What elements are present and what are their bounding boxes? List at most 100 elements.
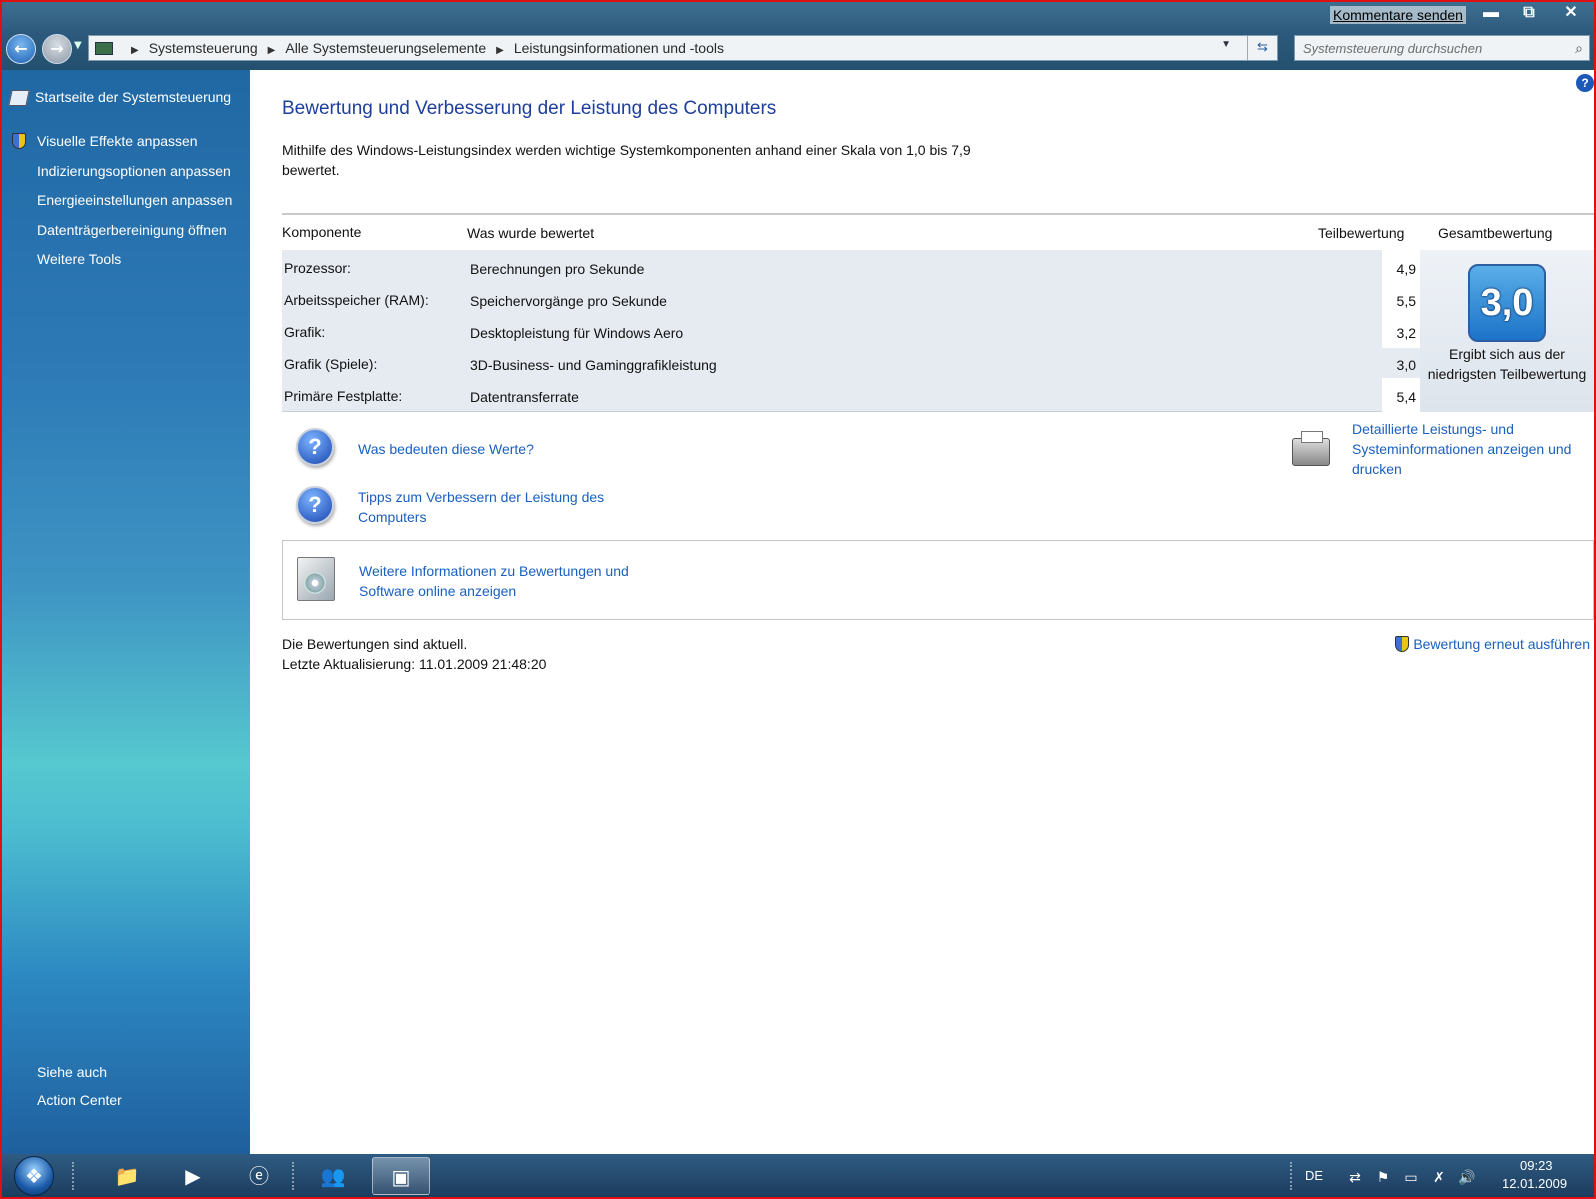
taskbar-grip[interactable] — [292, 1162, 296, 1190]
breadcrumb-arrow-icon[interactable]: ▶ — [268, 45, 276, 56]
online-info-link[interactable]: Weitere Informationen zu Bewertungen und… — [359, 561, 649, 601]
table-row: Prozessor: Berechnungen pro Sekunde 4,9 — [282, 252, 1594, 282]
shield-icon — [1395, 636, 1410, 652]
see-also-heading: Siehe auch — [37, 1064, 108, 1080]
messenger-taskbar-button[interactable]: 👥 — [304, 1157, 362, 1195]
sidebar-task-more-tools[interactable]: Weitere Tools — [37, 251, 121, 267]
recent-pages-dropdown[interactable]: ▼ — [74, 40, 84, 58]
software-box-icon — [297, 557, 335, 601]
arrow-left-icon: ← — [14, 39, 28, 58]
control-panel-home-icon — [8, 90, 30, 106]
back-button[interactable]: ← — [6, 34, 36, 64]
intro-text: Mithilfe des Windows-Leistungsindex werd… — [282, 142, 971, 178]
help-question-icon: ? — [296, 428, 334, 466]
forward-button[interactable]: → — [42, 34, 72, 64]
rated-label: Desktopleistung für Windows Aero — [470, 325, 684, 341]
action-center-flag-icon[interactable]: ⚑ — [1374, 1170, 1392, 1186]
printer-icon — [1292, 431, 1330, 466]
base-score-panel: 3,0 Ergibt sich aus der niedrigsten Teil… — [1420, 250, 1594, 412]
refresh-icon[interactable]: ⇆ — [1247, 36, 1277, 60]
internet-explorer-icon: ⓔ — [249, 1164, 269, 1188]
score-table: Prozessor: Berechnungen pro Sekunde 4,9 … — [282, 250, 1594, 412]
detailed-info-link[interactable]: Detaillierte Leistungs- und Systeminform… — [1352, 419, 1592, 479]
start-button[interactable]: ❖ — [14, 1156, 54, 1196]
subscore-value-lowest: 3,0 — [1382, 348, 1420, 378]
table-row: Primäre Festplatte: Datentransferrate 5,… — [282, 380, 1594, 410]
rated-label: Berechnungen pro Sekunde — [470, 261, 645, 277]
component-label: Arbeitsspeicher (RAM): — [284, 292, 429, 308]
base-score-badge: 3,0 — [1468, 264, 1546, 342]
help-question-icon: ? — [296, 486, 334, 524]
breadcrumb-item[interactable]: Alle Systemsteuerungselemente — [285, 40, 486, 56]
arrow-right-icon: → — [50, 39, 64, 58]
status-text: Die Bewertungen sind aktuell. — [282, 636, 468, 652]
subscore-value: 3,2 — [1396, 325, 1416, 341]
component-label: Grafik (Spiele): — [284, 356, 378, 372]
rated-label: Datentransferrate — [470, 389, 579, 405]
disconnected-flag-icon[interactable]: ✗ — [1430, 1170, 1448, 1186]
sidebar-task-power[interactable]: Energieeinstellungen anpassen — [37, 192, 232, 208]
what-do-scores-mean-link[interactable]: Was bedeuten diese Werte? — [358, 439, 534, 459]
internet-explorer-taskbar-button[interactable]: ⓔ — [230, 1157, 288, 1195]
breadcrumb-item[interactable]: Systemsteuerung — [149, 40, 258, 56]
online-info-box: Weitere Informationen zu Bewertungen und… — [282, 540, 1594, 620]
feedback-link[interactable]: Kommentare senden — [1330, 6, 1466, 24]
subscore-value: 5,4 — [1396, 389, 1416, 405]
close-button[interactable]: ✕ — [1556, 4, 1586, 24]
sidebar-task-disk-cleanup[interactable]: Datenträgerbereinigung öffnen — [37, 222, 227, 238]
rerun-assessment[interactable]: Bewertung erneut ausführen — [1395, 634, 1590, 654]
volume-icon[interactable]: 🔊 — [1458, 1170, 1476, 1186]
language-indicator[interactable]: DE — [1305, 1168, 1323, 1183]
rated-label: Speichervorgänge pro Sekunde — [470, 293, 667, 309]
base-score-note: Ergibt sich aus der niedrigsten Teilbewe… — [1427, 346, 1587, 382]
explorer-taskbar-button[interactable]: 📁 — [98, 1157, 156, 1195]
sidebar-task-indexing[interactable]: Indizierungsoptionen anpassen — [37, 163, 231, 179]
title-bar: Kommentare senden ▬ ⧉ ✕ ← → ▼ ▶ Systemste… — [2, 2, 1594, 70]
minimize-button[interactable]: ▬ — [1476, 4, 1506, 24]
address-dropdown-icon[interactable]: ▼ — [1221, 39, 1231, 50]
network-icon[interactable]: ⇄ — [1346, 1170, 1364, 1186]
windows-logo-icon: ❖ — [25, 1164, 43, 1188]
search-placeholder: Systemsteuerung durchsuchen — [1303, 41, 1483, 56]
window-frame: Kommentare senden ▬ ⧉ ✕ ← → ▼ ▶ Systemste… — [0, 0, 1596, 1199]
component-label: Primäre Festplatte: — [284, 388, 403, 404]
status-block: Die Bewertungen sind aktuell. Letzte Akt… — [282, 634, 546, 674]
component-label: Prozessor: — [284, 260, 351, 276]
media-player-taskbar-button[interactable]: ▶ — [164, 1157, 222, 1195]
address-bar[interactable]: ▶ Systemsteuerung ▶ Alle Systemsteuerungsel… — [88, 35, 1278, 61]
column-header-subscore: Teilbewertung — [1318, 225, 1405, 241]
sidebar: Startseite der Systemsteuerung Visuelle … — [2, 70, 250, 1154]
rated-label: 3D-Business- und Gaminggrafikleistung — [470, 357, 717, 373]
subscore-value: 4,9 — [1396, 261, 1416, 277]
breadcrumb-arrow-icon[interactable]: ▶ — [496, 45, 504, 56]
breadcrumb-item[interactable]: Leistungsinformationen und -tools — [514, 40, 724, 56]
divider — [282, 213, 1594, 215]
table-row: Arbeitsspeicher (RAM): Speichervorgänge … — [282, 284, 1594, 314]
page-title: Bewertung und Verbesserung der Leistung … — [282, 98, 777, 119]
messenger-icon: 👥 — [320, 1164, 346, 1188]
clock-date[interactable]: 12.01.2009 — [1502, 1176, 1567, 1191]
column-header-component: Komponente — [282, 224, 362, 240]
control-panel-icon — [95, 42, 113, 55]
folder-icon: 📁 — [114, 1164, 140, 1188]
shield-icon — [12, 133, 26, 149]
rerun-assessment-link[interactable]: Bewertung erneut ausführen — [1413, 636, 1590, 652]
control-panel-taskbar-button[interactable]: ▣ — [372, 1157, 430, 1195]
clock-time[interactable]: 09:23 — [1520, 1158, 1553, 1173]
monitor-icon[interactable]: ▭ — [1402, 1170, 1420, 1186]
help-icon[interactable]: ? — [1576, 74, 1594, 92]
taskbar: ❖ 📁 ▶ ⓔ 👥 ▣ DE ⇄ ⚑ ▭ ✗ 🔊 09:23 12.01.200… — [2, 1154, 1594, 1197]
taskbar-grip[interactable] — [1290, 1162, 1294, 1190]
search-input[interactable]: Systemsteuerung durchsuchen ⌕ — [1294, 35, 1590, 61]
taskbar-grip[interactable] — [72, 1162, 76, 1190]
column-header-base-score: Gesamtbewertung — [1438, 225, 1553, 241]
tips-link[interactable]: Tipps zum Verbessern der Leistung des Co… — [358, 487, 648, 527]
media-player-icon: ▶ — [185, 1164, 201, 1188]
last-update-text: Letzte Aktualisierung: 11.01.2009 21:48:… — [282, 656, 547, 672]
maximize-button[interactable]: ⧉ — [1514, 4, 1544, 24]
sidebar-task-visual-effects[interactable]: Visuelle Effekte anpassen — [37, 133, 198, 149]
sidebar-home-link[interactable]: Startseite der Systemsteuerung — [35, 89, 231, 105]
see-also-action-center[interactable]: Action Center — [37, 1092, 122, 1108]
search-icon[interactable]: ⌕ — [1575, 40, 1583, 57]
breadcrumb-arrow-icon[interactable]: ▶ — [131, 45, 139, 56]
